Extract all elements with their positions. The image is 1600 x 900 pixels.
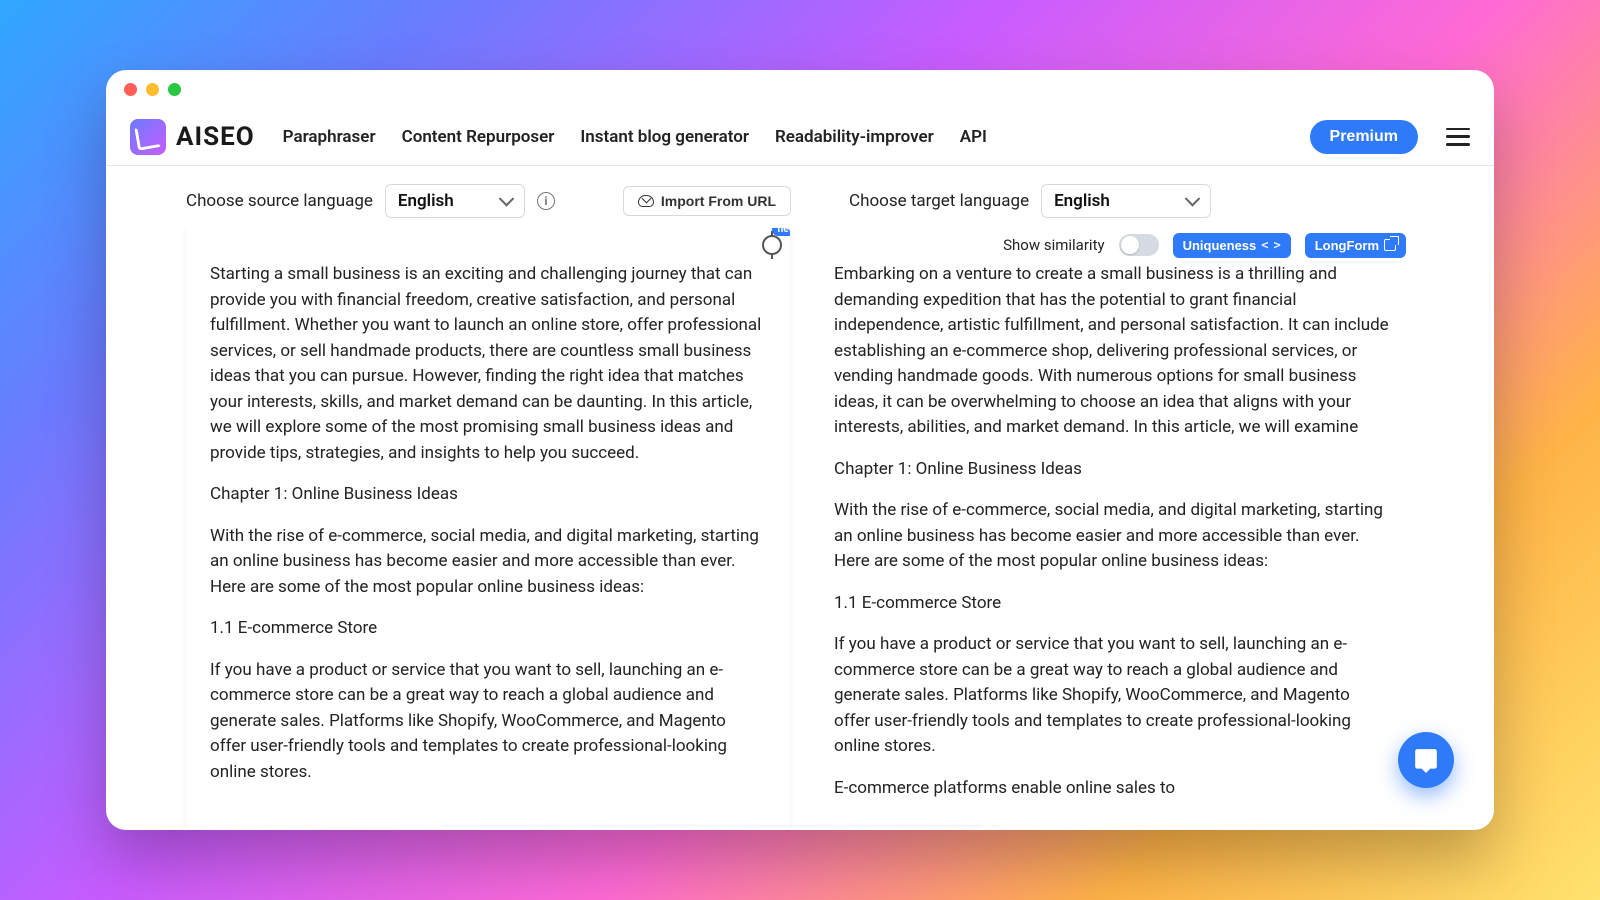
import-label: Import From URL [661,193,776,209]
source-text-area[interactable]: Starting a small business is an exciting… [186,262,790,830]
longform-button[interactable]: LongForm [1305,233,1406,258]
target-paragraph: Chapter 1: Online Business Ideas [834,457,1390,483]
source-panel: new Starting a small business is an exci… [186,228,790,830]
source-paragraph: With the rise of e-commerce, social medi… [210,524,766,601]
chevron-right-icon: > [1274,238,1281,252]
nav-api[interactable]: API [960,127,987,147]
app-window: AISEO Paraphraser Content Repurposer Ins… [106,70,1494,830]
app-header: AISEO Paraphraser Content Repurposer Ins… [106,108,1494,166]
target-panel: Show similarity Uniqueness < > LongForm … [810,228,1414,830]
brand-logo[interactable]: AISEO [130,119,255,155]
target-paragraph: 1.1 E-commerce Store [834,591,1390,617]
premium-button[interactable]: Premium [1310,120,1418,154]
source-paragraph: Chapter 1: Online Business Ideas [210,482,766,508]
window-titlebar [106,70,1494,108]
nav-paraphraser[interactable]: Paraphraser [283,127,376,147]
chat-widget-button[interactable] [1398,732,1454,788]
target-paragraph: With the rise of e-commerce, social medi… [834,498,1390,575]
source-language-label: Choose source language [186,191,373,211]
nav-content-repurposer[interactable]: Content Repurposer [402,127,555,147]
chevron-left-icon: < [1261,238,1268,252]
new-badge: new [772,228,790,236]
target-paragraph: E-commerce platforms enable online sales… [834,776,1390,802]
uniqueness-button[interactable]: Uniqueness < > [1173,233,1291,258]
longform-label: LongForm [1315,238,1379,253]
source-language-value: English [398,191,454,211]
info-icon[interactable]: i [537,192,555,210]
external-link-icon [1384,239,1396,251]
source-language-select[interactable]: English [385,184,525,218]
nav-instant-blog-generator[interactable]: Instant blog generator [580,127,749,147]
window-minimize-dot[interactable] [146,83,159,96]
show-similarity-label: Show similarity [1003,236,1104,254]
target-paragraph: Embarking on a venture to create a small… [834,262,1390,441]
source-paragraph: Starting a small business is an exciting… [210,262,766,466]
menu-icon[interactable] [1446,128,1470,146]
source-paragraph: 1.1 E-commerce Store [210,616,766,642]
target-language-select[interactable]: English [1041,184,1211,218]
show-similarity-toggle[interactable] [1119,234,1159,256]
gear-icon [762,235,782,255]
nav-readability-improver[interactable]: Readability-improver [775,127,934,147]
target-language-label: Choose target language [849,191,1029,211]
target-text-area[interactable]: Embarking on a venture to create a small… [810,262,1414,830]
logo-mark-icon [130,119,166,155]
chat-icon [1413,747,1439,773]
window-maximize-dot[interactable] [168,83,181,96]
main-nav: Paraphraser Content Repurposer Instant b… [283,127,987,147]
language-toolbar: Choose source language English i Import … [106,166,1494,228]
target-paragraph: If you have a product or service that yo… [834,632,1390,760]
window-close-dot[interactable] [124,83,137,96]
import-from-url-button[interactable]: Import From URL [623,186,791,216]
cloud-upload-icon [638,195,654,207]
brand-name: AISEO [176,122,255,152]
editor-panels: new Starting a small business is an exci… [106,228,1494,830]
source-settings-button[interactable]: new [762,235,782,255]
target-language-value: English [1054,191,1110,211]
uniqueness-label: Uniqueness [1183,238,1257,253]
source-paragraph: If you have a product or service that yo… [210,658,766,786]
